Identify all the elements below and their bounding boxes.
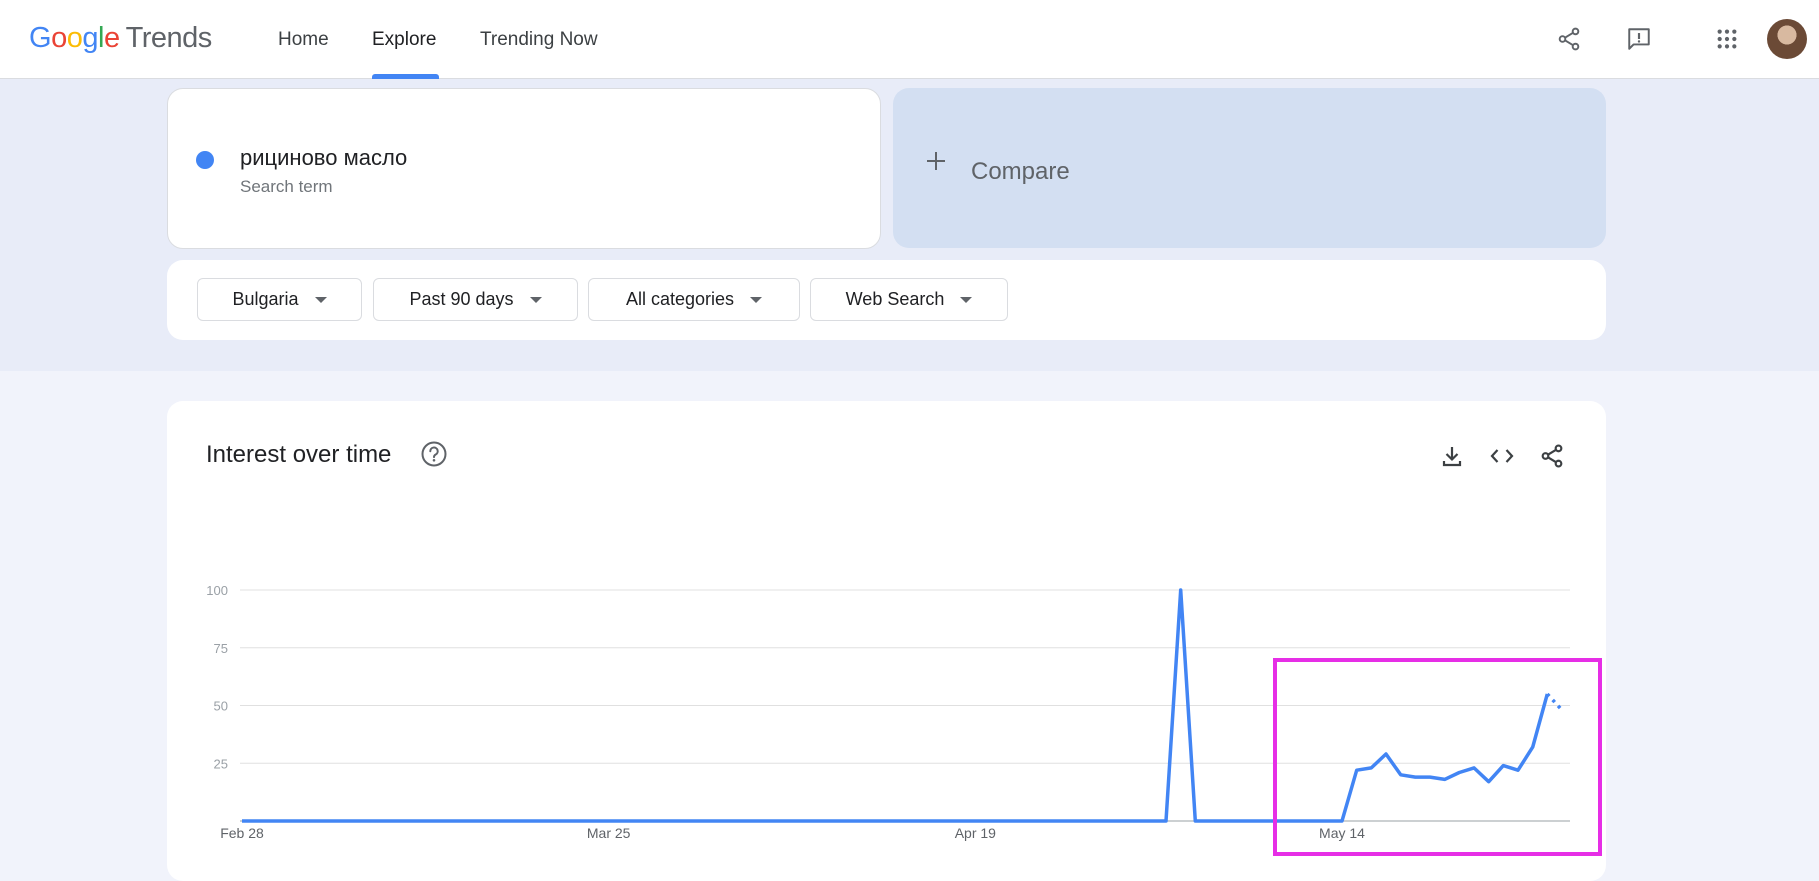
x-tick-label: May 14 — [1319, 825, 1365, 841]
x-tick-label: Apr 19 — [955, 825, 996, 841]
interest-line-chart: 25 50 75 100 Feb 28 Mar 25 Apr 19 May 14 — [206, 583, 1602, 856]
series-line-partial — [1546, 692, 1564, 712]
y-tick-label: 25 — [214, 756, 228, 771]
x-tick-label: Feb 28 — [220, 825, 264, 841]
y-tick-label: 75 — [214, 641, 228, 656]
y-tick-label: 50 — [214, 699, 228, 714]
x-tick-label: Mar 25 — [587, 825, 631, 841]
y-tick-label: 100 — [206, 583, 228, 598]
